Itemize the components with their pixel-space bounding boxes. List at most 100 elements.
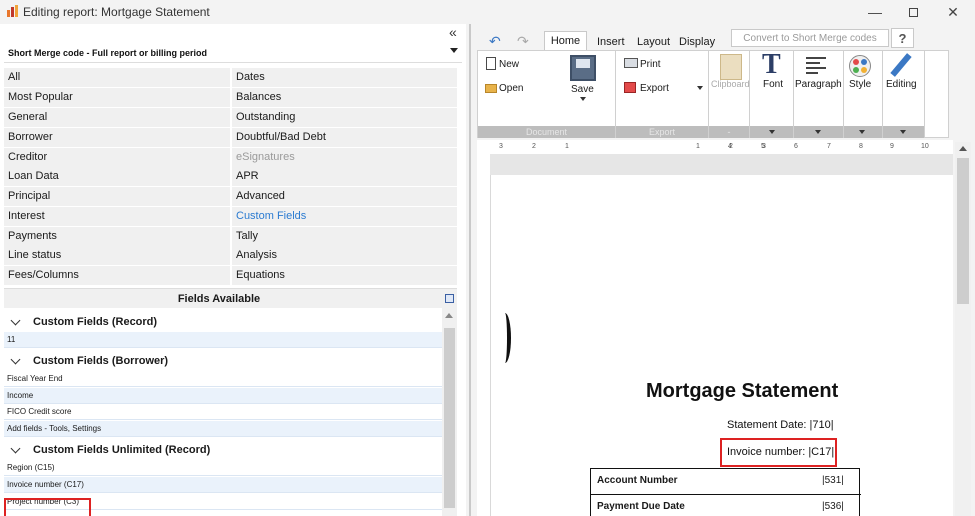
style-button[interactable]: Style [849, 79, 871, 90]
document-scrollbar[interactable] [955, 156, 971, 516]
convert-short-merge-button[interactable]: Convert to Short Merge codes [731, 29, 889, 47]
export-dropdown-icon[interactable] [697, 86, 703, 90]
paragraph-button[interactable]: Paragraph [795, 79, 842, 90]
field-item[interactable]: FICO Credit score [4, 404, 442, 420]
style-dropdown-icon[interactable] [859, 130, 865, 134]
category-borrower[interactable]: Borrower [4, 128, 230, 147]
category-general[interactable]: General [4, 108, 230, 127]
group-label: Custom Fields (Borrower) [33, 355, 169, 367]
tab-home[interactable]: Home [544, 31, 587, 51]
field-item[interactable]: Income [4, 388, 442, 404]
category-principal[interactable]: Principal [4, 187, 230, 206]
undo-icon[interactable]: ↶ [489, 33, 501, 50]
maximize-button[interactable] [893, 2, 933, 22]
window-title: Editing report: Mortgage Statement [23, 5, 210, 19]
account-number-label: Account Number [597, 475, 678, 486]
category-all[interactable]: All [4, 68, 230, 87]
group-label: Custom Fields Unlimited (Record) [33, 444, 211, 456]
export-pdf-icon [624, 82, 636, 93]
help-button[interactable]: ? [891, 28, 914, 48]
category-advanced[interactable]: Advanced [232, 187, 457, 206]
font-button[interactable]: Font [763, 79, 783, 90]
scroll-up-icon[interactable] [445, 313, 453, 318]
ruler-tick: 8 [859, 143, 863, 150]
ruler-tick: 5 [761, 143, 765, 150]
group-separator [924, 51, 925, 138]
chevron-down-icon [10, 315, 21, 326]
title-bar: Editing report: Mortgage Statement — ✕ [0, 0, 975, 24]
category-tally[interactable]: Tally [232, 227, 457, 246]
tab-display[interactable]: Display [679, 36, 715, 48]
group-custom-fields-record[interactable]: Custom Fields (Record) [4, 312, 442, 332]
field-item-invoice-number[interactable]: Invoice number (C17) [4, 477, 442, 493]
print-button[interactable]: Print [640, 59, 661, 70]
export-button[interactable]: Export [640, 83, 669, 94]
document-page[interactable]: Mortgage Statement Statement Date: |710|… [490, 175, 953, 516]
paragraph-dropdown-icon[interactable] [815, 130, 821, 134]
ruler[interactable]: 3 2 1 1 2 3 4 5 6 7 8 9 10 [477, 140, 953, 154]
font-icon: T [762, 49, 781, 80]
fields-available-title: Fields Available [177, 293, 261, 305]
group-export-label: Export [616, 126, 708, 138]
style-palette-icon [849, 55, 871, 77]
ruler-tick: 1 [696, 143, 700, 150]
payment-due-date-label: Payment Due Date [597, 501, 685, 512]
clipboard-button[interactable]: Clipboard [711, 79, 750, 89]
document-title: Mortgage Statement [646, 380, 839, 402]
category-interest[interactable]: Interest [4, 207, 230, 226]
group-custom-fields-borrower[interactable]: Custom Fields (Borrower) [4, 351, 442, 371]
category-dates[interactable]: Dates [232, 68, 457, 87]
fields-scrollbar[interactable] [442, 308, 457, 516]
category-esignatures[interactable]: eSignatures [232, 148, 457, 167]
field-item[interactable]: Region (C15) [4, 460, 442, 476]
collapse-panel-icon[interactable]: « [449, 24, 465, 40]
open-button[interactable]: Open [499, 83, 523, 94]
doc-scroll-up-button[interactable] [955, 142, 971, 156]
group-separator [793, 51, 794, 138]
editing-pencil-icon [890, 53, 912, 77]
new-button[interactable]: New [499, 59, 519, 70]
window-restore-icon[interactable] [445, 294, 454, 303]
ruler-tick: 4 [728, 143, 732, 150]
save-dropdown-icon[interactable] [580, 97, 586, 101]
merge-fields-panel: « Short Merge code - Full report or bill… [0, 24, 466, 516]
document-area[interactable]: Mortgage Statement Statement Date: |710|… [477, 154, 953, 516]
category-equations[interactable]: Equations [232, 266, 457, 285]
merge-code-dropdown-label: Short Merge code - Full report or billin… [8, 48, 208, 58]
category-analysis[interactable]: Analysis [232, 246, 457, 265]
splitter-grip[interactable] [469, 24, 471, 516]
category-custom-fields[interactable]: Custom Fields [232, 207, 457, 226]
merge-code-dropdown[interactable]: Short Merge code - Full report or billin… [4, 43, 462, 63]
scroll-thumb[interactable] [444, 328, 455, 508]
close-button[interactable]: ✕ [933, 2, 973, 22]
editing-dropdown-icon[interactable] [900, 130, 906, 134]
minimize-button[interactable]: — [855, 2, 895, 22]
category-apr[interactable]: APR [232, 167, 457, 186]
font-dropdown-icon[interactable] [769, 130, 775, 134]
app-chart-icon [7, 5, 19, 17]
ruler-tick: 10 [921, 143, 929, 150]
category-creditor[interactable]: Creditor [4, 148, 230, 167]
tab-insert[interactable]: Insert [597, 36, 625, 48]
scroll-thumb[interactable] [957, 158, 969, 304]
panel-splitter[interactable] [466, 24, 475, 516]
field-item[interactable]: Add fields - Tools, Settings [4, 421, 442, 437]
category-balances[interactable]: Balances [232, 88, 457, 107]
category-payments[interactable]: Payments [4, 227, 230, 246]
category-line-status[interactable]: Line status [4, 246, 230, 265]
field-item[interactable]: 11 [4, 332, 442, 348]
editing-button[interactable]: Editing [886, 79, 917, 90]
field-item[interactable]: Fiscal Year End [4, 371, 442, 387]
group-custom-fields-unlimited-record[interactable]: Custom Fields Unlimited (Record) [4, 440, 442, 460]
redo-icon[interactable]: ↷ [517, 33, 529, 50]
invoice-number-highlight [720, 438, 837, 467]
category-fees-columns[interactable]: Fees/Columns [4, 266, 230, 285]
category-outstanding[interactable]: Outstanding [232, 108, 457, 127]
tab-layout[interactable]: Layout [637, 36, 670, 48]
category-loan-data[interactable]: Loan Data [4, 167, 230, 186]
save-button[interactable]: Save [571, 84, 594, 95]
category-doubtful-bad-debt[interactable]: Doubtful/Bad Debt [232, 128, 457, 147]
category-most-popular[interactable]: Most Popular [4, 88, 230, 107]
page-curve-decoration [499, 313, 511, 363]
save-disk-icon [570, 55, 596, 81]
